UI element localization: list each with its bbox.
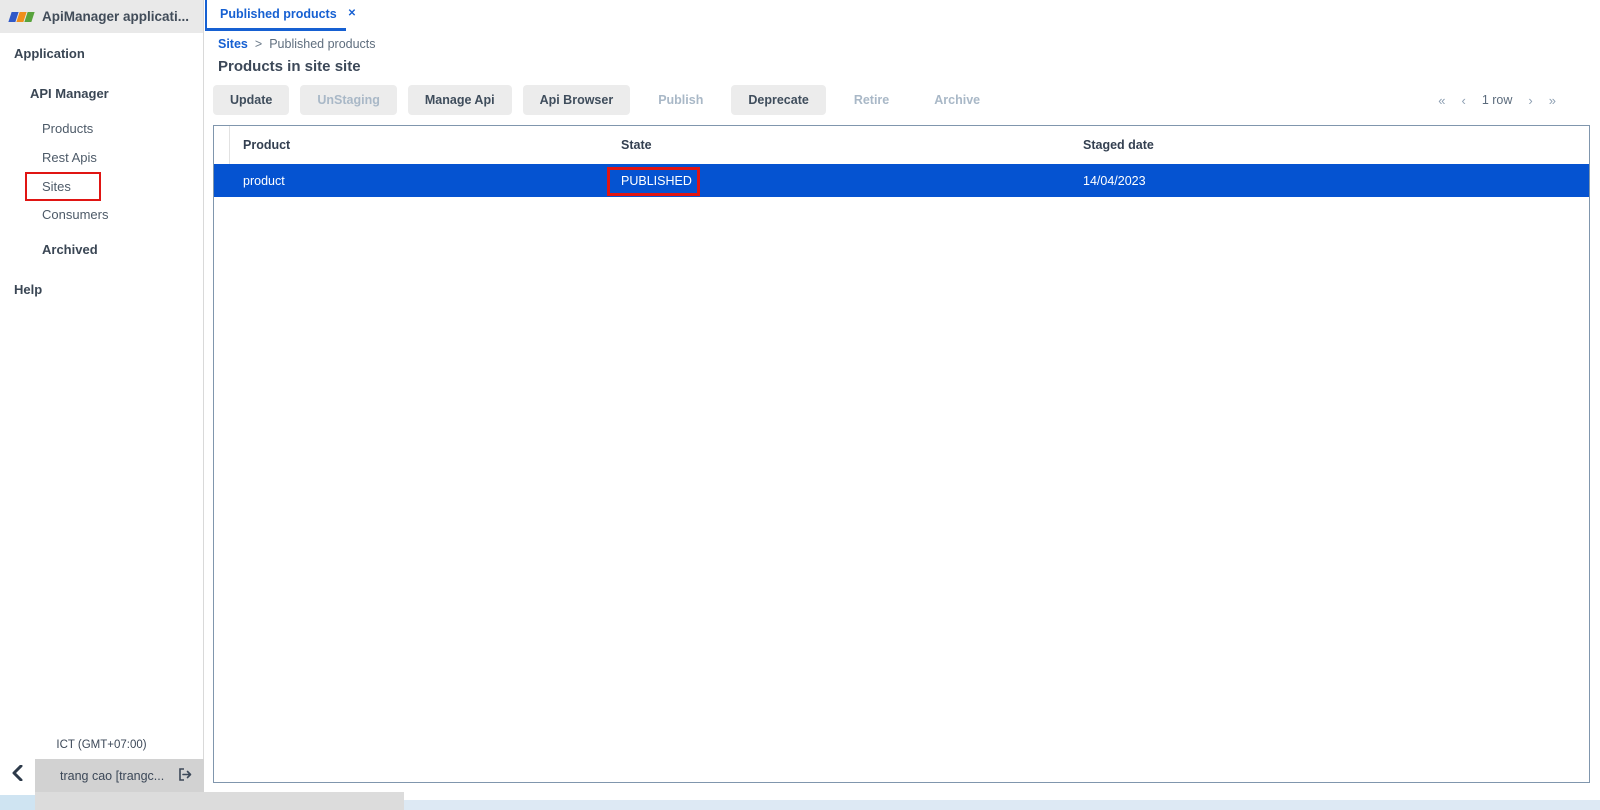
row-count-label: 1 row [1482, 93, 1513, 107]
tab-bar: Published products ✕ [205, 0, 1600, 31]
pagination: « ‹ 1 row › » [1438, 88, 1556, 112]
unstaging-button: UnStaging [300, 85, 397, 115]
user-name-label: trang cao [trangc... [60, 769, 164, 783]
table-row[interactable]: product PUBLISHED 14/04/2023 [214, 164, 1589, 197]
prev-page-icon[interactable]: ‹ [1462, 93, 1466, 108]
sidebar-item-archived[interactable]: Archived [42, 242, 98, 257]
deprecate-button[interactable]: Deprecate [731, 85, 825, 115]
app-header: ApiManager applicati... [0, 0, 203, 33]
sidebar-item-api-manager[interactable]: API Manager [30, 86, 109, 101]
chevron-left-icon [12, 765, 23, 786]
sidebar-item-help[interactable]: Help [14, 282, 42, 297]
user-menu[interactable]: trang cao [trangc... [35, 759, 204, 792]
breadcrumb-sites-link[interactable]: Sites [218, 37, 248, 51]
background-window-strip [0, 792, 1600, 810]
cell-staged-date: 14/04/2023 [1070, 174, 1589, 188]
tab-label: Published products [220, 7, 337, 21]
app-logo-icon [10, 12, 33, 22]
table-header-row: Product State Staged date [214, 126, 1589, 164]
cell-product: product [230, 174, 608, 188]
main-content: Published products ✕ Sites > Published p… [205, 0, 1600, 810]
toolbar: Update UnStaging Manage Api Api Browser … [213, 85, 997, 115]
sidebar-collapse-button[interactable] [0, 759, 35, 792]
sidebar-item-sites[interactable]: Sites [42, 179, 71, 194]
publish-button: Publish [641, 85, 720, 115]
tab-close-icon[interactable]: ✕ [348, 9, 356, 19]
first-page-icon[interactable]: « [1438, 93, 1445, 108]
last-page-icon[interactable]: » [1549, 93, 1556, 108]
sidebar-item-products[interactable]: Products [42, 121, 93, 136]
app-window: ApiManager applicati... Application API … [0, 0, 1600, 810]
app-title: ApiManager applicati... [42, 9, 189, 24]
manage-api-button[interactable]: Manage Api [408, 85, 512, 115]
logout-icon[interactable] [178, 768, 192, 784]
sidebar: ApiManager applicati... Application API … [0, 0, 204, 810]
next-page-icon[interactable]: › [1528, 93, 1532, 108]
tab-published-products[interactable]: Published products ✕ [205, 0, 346, 31]
archive-button: Archive [917, 85, 997, 115]
sidebar-item-application[interactable]: Application [14, 46, 85, 61]
page-title: Products in site site [218, 58, 361, 75]
api-browser-button[interactable]: Api Browser [523, 85, 631, 115]
breadcrumb: Sites > Published products [218, 37, 376, 51]
breadcrumb-separator: > [255, 37, 262, 51]
column-header-product: Product [230, 138, 608, 152]
selector-column-header [214, 126, 230, 164]
products-table: Product State Staged date product PUBLIS… [213, 125, 1590, 783]
column-header-staged-date: Staged date [1070, 138, 1589, 152]
cell-state: PUBLISHED [608, 174, 1070, 188]
retire-button: Retire [837, 85, 906, 115]
timezone-label: ICT (GMT+07:00) [0, 739, 203, 751]
breadcrumb-current: Published products [269, 37, 375, 51]
sidebar-item-consumers[interactable]: Consumers [42, 207, 108, 222]
sidebar-item-rest-apis[interactable]: Rest Apis [42, 150, 97, 165]
column-header-state: State [608, 138, 1070, 152]
update-button[interactable]: Update [213, 85, 289, 115]
